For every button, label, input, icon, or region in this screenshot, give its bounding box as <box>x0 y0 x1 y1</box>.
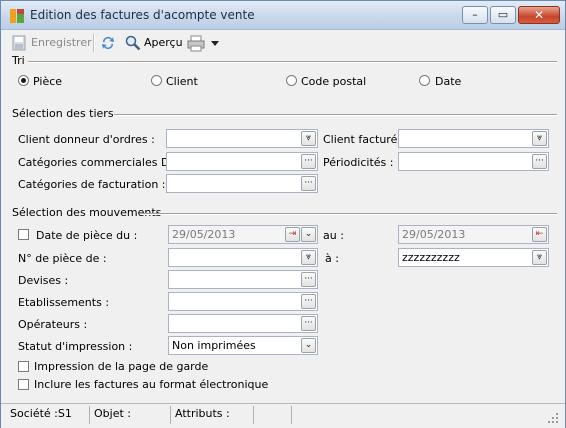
statut-impression-dropdown-icon[interactable]: ⌄ <box>301 338 316 353</box>
status-separator <box>170 406 171 424</box>
categories-facturation-ellipsis-icon[interactable]: ··· <box>301 176 316 191</box>
mouvements-section-label: Sélection des mouvements <box>12 206 162 219</box>
tri-date-radio[interactable] <box>419 75 430 86</box>
impression-garde-checkbox[interactable] <box>18 361 29 372</box>
statut-impression-value: Non imprimées <box>172 339 256 352</box>
numero-to-field[interactable]: zzzzzzzzzz ⩔ <box>398 248 549 267</box>
periodicites-field[interactable]: ··· <box>398 152 549 171</box>
close-button[interactable]: ✕ <box>518 6 560 24</box>
client-facture-dropdown-icon[interactable]: ⩔ <box>532 131 547 146</box>
categories-commerciales-field[interactable]: ··· <box>166 152 318 171</box>
printer-icon[interactable] <box>187 34 205 52</box>
tri-code-postal-label: Code postal <box>301 75 367 88</box>
app-icon <box>10 9 24 23</box>
etablissements-ellipsis-icon[interactable]: ··· <box>301 294 316 309</box>
tri-client-label: Client <box>166 75 198 88</box>
maximize-button[interactable]: ▭ <box>490 6 516 24</box>
date-from-field[interactable]: 29/05/2013 ⇥ ⌄ <box>168 225 318 244</box>
au-label: au : <box>323 229 344 242</box>
operateurs-field[interactable]: ··· <box>168 314 318 333</box>
apercu-button[interactable]: Aperçu <box>144 35 183 51</box>
factures-electronique-checkbox[interactable] <box>18 379 29 390</box>
a-label: à : <box>325 252 339 265</box>
date-piece-label: Date de pièce du : <box>36 229 138 242</box>
statut-impression-label: Statut d'impression : <box>18 340 133 353</box>
save-icon <box>12 35 26 51</box>
date-to-field[interactable]: 29/05/2013 ⇤ <box>398 225 549 244</box>
etablissements-label: Etablissements : <box>18 296 110 309</box>
minimize-icon: – <box>472 8 478 21</box>
periodicites-ellipsis-icon[interactable]: ··· <box>532 154 547 169</box>
mouvements-divider <box>142 213 557 215</box>
operateurs-label: Opérateurs : <box>18 318 88 331</box>
minimize-button[interactable]: – <box>462 6 488 24</box>
date-from-dropdown-icon[interactable]: ⌄ <box>301 227 316 242</box>
factures-electronique-label: Inclure les factures au format électroni… <box>34 378 269 391</box>
numero-from-field[interactable]: ⩔ <box>168 248 318 267</box>
etablissements-field[interactable]: ··· <box>168 292 318 311</box>
date-from-value: 29/05/2013 <box>172 228 236 241</box>
date-to-calendar-icon[interactable]: ⇤ <box>532 227 547 242</box>
categories-facturation-field[interactable]: ··· <box>166 174 318 193</box>
status-attributs: Attributs : <box>175 407 230 420</box>
status-societe: Société :S1 <box>10 407 72 420</box>
tiers-divider <box>114 114 557 116</box>
title-bar: Edition des factures d'acompte vente – ▭… <box>1 1 565 30</box>
client-donneur-label: Client donneur d'ordres : <box>18 133 155 146</box>
periodicites-label: Périodicités : <box>323 156 394 169</box>
numero-piece-label: N° de pièce de : <box>18 252 107 265</box>
date-from-calendar-icon[interactable]: ⇥ <box>285 227 300 242</box>
status-separator <box>89 406 90 424</box>
tiers-section-label: Sélection des tiers <box>12 107 114 120</box>
devises-field[interactable]: ··· <box>168 270 318 289</box>
categories-commerciales-label: Catégories commerciales DO : <box>18 156 186 169</box>
enregistrer-button[interactable]: Enregistrer <box>31 35 92 51</box>
printer-dropdown-icon[interactable] <box>211 41 219 46</box>
client-facture-field[interactable]: ⩔ <box>398 129 549 148</box>
toolbar: Enregistrer Aperçu <box>1 30 565 56</box>
refresh-icon[interactable] <box>100 35 116 51</box>
numero-to-value: zzzzzzzzzz <box>402 251 460 264</box>
tri-divider <box>28 61 557 63</box>
status-separator <box>291 406 292 424</box>
status-bar: Société :S1 Objet : Attributs : <box>1 403 565 428</box>
numero-from-dropdown-icon[interactable]: ⩔ <box>301 250 316 265</box>
tri-date-label: Date <box>435 75 462 88</box>
tri-piece-radio[interactable] <box>18 75 29 86</box>
status-objet: Objet : <box>94 407 131 420</box>
client-facture-label: Client facturé : <box>323 133 405 146</box>
close-icon: ✕ <box>533 8 545 22</box>
client-donneur-field[interactable]: ⩔ <box>166 129 318 148</box>
devises-ellipsis-icon[interactable]: ··· <box>301 272 316 287</box>
client-donneur-dropdown-icon[interactable]: ⩔ <box>301 131 316 146</box>
categories-commerciales-ellipsis-icon[interactable]: ··· <box>301 154 316 169</box>
resize-grip-icon[interactable] <box>547 412 559 424</box>
window: Edition des factures d'acompte vente – ▭… <box>0 0 566 428</box>
date-piece-checkbox[interactable] <box>18 229 29 240</box>
magnifier-icon <box>125 35 141 51</box>
maximize-icon: ▭ <box>497 8 509 21</box>
categories-facturation-label: Catégories de facturation : <box>18 178 166 191</box>
impression-garde-label: Impression de la page de garde <box>34 360 209 373</box>
devises-label: Devises : <box>18 274 69 287</box>
tri-piece-label: Pièce <box>33 75 63 88</box>
statut-impression-select[interactable]: Non imprimées ⌄ <box>168 336 318 355</box>
operateurs-ellipsis-icon[interactable]: ··· <box>301 316 316 331</box>
date-to-value: 29/05/2013 <box>402 228 466 241</box>
window-title: Edition des factures d'acompte vente <box>30 8 255 22</box>
tri-code-postal-radio[interactable] <box>286 75 297 86</box>
numero-to-dropdown-icon[interactable]: ⩔ <box>532 250 547 265</box>
status-separator <box>253 406 254 424</box>
tri-client-radio[interactable] <box>151 75 162 86</box>
toolbar-separator <box>93 34 95 52</box>
tri-section-label: Tri <box>12 54 25 67</box>
